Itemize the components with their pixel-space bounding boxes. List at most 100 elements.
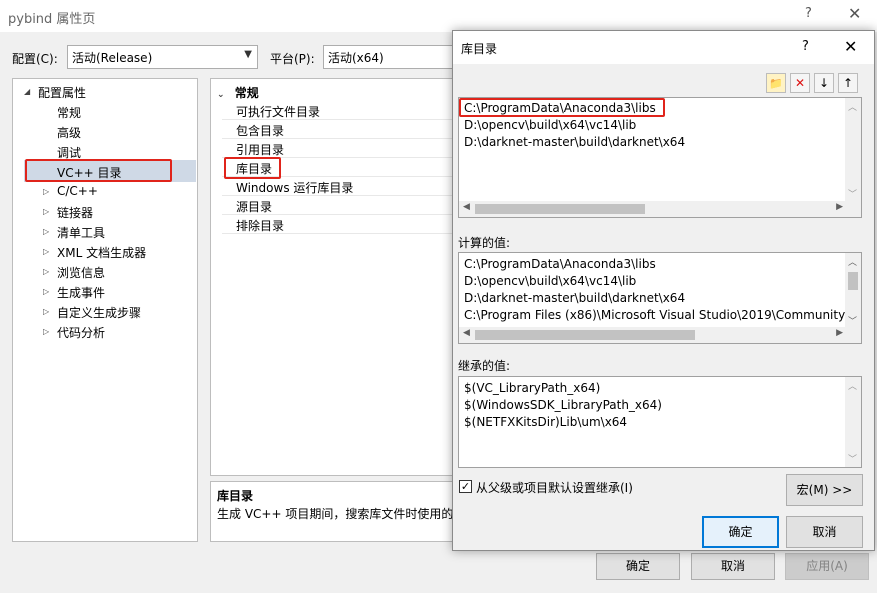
tree-item-label: 生成事件 — [57, 286, 106, 300]
computed-horizontal-scrollbar[interactable]: ◀ ▶ — [459, 327, 861, 343]
scroll-up-icon[interactable]: ︿ — [848, 255, 857, 268]
new-folder-button[interactable]: 📁 — [766, 73, 786, 93]
scroll-up-icon[interactable]: ︿ — [848, 100, 857, 113]
highlight-box-vcpp — [25, 159, 172, 182]
tree-item-label: 代码分析 — [57, 326, 106, 340]
tree-item[interactable]: ▷ 浏览信息 — [43, 264, 106, 281]
editor-hscroll-thumb[interactable] — [475, 204, 645, 214]
property-row[interactable]: 引用目录 — [222, 139, 452, 158]
scroll-left-icon[interactable]: ◀ — [463, 328, 470, 338]
delete-button[interactable]: ✕ — [790, 73, 810, 93]
inherited-value-line[interactable]: $(WindowsSDK_LibraryPath_x64) — [464, 398, 662, 412]
dialog-help-icon[interactable]: ? — [802, 39, 809, 54]
tree-item[interactable]: ▷ 自定义生成步骤 — [43, 304, 142, 321]
main-ok-button[interactable]: 确定 — [596, 553, 680, 580]
tree-item-label: 自定义生成步骤 — [57, 306, 142, 320]
property-row[interactable]: 可执行文件目录 — [222, 101, 452, 120]
computed-value-line[interactable]: C:\Program Files (x86)\Microsoft Visual … — [464, 308, 857, 322]
dialog-cancel-button[interactable]: 取消 — [786, 516, 863, 548]
highlight-box-entry — [459, 98, 665, 117]
close-icon[interactable]: ✕ — [848, 4, 861, 23]
inherited-value-line[interactable]: $(NETFXKitsDir)Lib\um\x64 — [464, 415, 627, 429]
dialog-ok-button[interactable]: 确定 — [702, 516, 779, 548]
scroll-right-icon[interactable]: ▶ — [836, 328, 843, 338]
main-cancel-button[interactable]: 取消 — [691, 553, 775, 580]
dialog-title: 库目录 — [461, 42, 498, 56]
chevron-down-icon: ⌄ — [217, 90, 225, 100]
arrow-up-icon: ↑ — [842, 76, 854, 90]
inherited-vertical-scrollbar[interactable]: ︿ ﹀ — [845, 377, 861, 467]
lib-dir-entry[interactable]: D:\opencv\build\x64\vc14\lib — [464, 118, 636, 132]
tree-item-label: 常规 — [57, 106, 82, 120]
computed-vertical-scrollbar[interactable]: ︿ ﹀ — [845, 253, 861, 329]
tree-item[interactable]: 常规 — [57, 104, 81, 121]
computed-values-list[interactable]: C:\ProgramData\Anaconda3\libs D:\opencv\b… — [458, 252, 862, 344]
tree-item[interactable]: ▷ 清单工具 — [43, 224, 105, 241]
scroll-left-icon[interactable]: ◀ — [463, 202, 470, 212]
inherited-values-list[interactable]: $(VC_LibraryPath_x64) $(WindowsSDK_Librar… — [458, 376, 862, 468]
scroll-right-icon[interactable]: ▶ — [836, 202, 843, 212]
tree-item-label: XML 文档生成器 — [57, 246, 147, 260]
tree-item[interactable]: ▷ 生成事件 — [43, 284, 106, 301]
editor-horizontal-scrollbar[interactable]: ◀ ▶ — [459, 201, 861, 217]
main-apply-button[interactable]: 应用(A) — [785, 553, 869, 580]
computed-vscroll-thumb[interactable] — [848, 272, 858, 290]
delete-icon: ✕ — [794, 76, 806, 90]
window-title: pybind 属性页 — [8, 12, 96, 27]
expand-triangle-icon[interactable]: ▷ — [43, 324, 49, 340]
move-up-button[interactable]: ↑ — [838, 73, 858, 93]
property-row[interactable]: Windows 运行库目录 — [222, 177, 452, 196]
prop-group-general[interactable]: ⌄ 常规 — [217, 84, 259, 101]
dialog-title-bar: 库目录 ? ✕ — [453, 31, 874, 64]
scroll-down-icon[interactable]: ﹀ — [848, 452, 857, 465]
expand-triangle-icon[interactable]: ▷ — [43, 304, 49, 320]
tree-item[interactable]: ▷ 链接器 — [43, 204, 93, 221]
tree-item[interactable]: 高级 — [57, 124, 81, 141]
tree-root[interactable]: ◢ 配置属性 — [24, 84, 86, 101]
computed-value-line[interactable]: C:\ProgramData\Anaconda3\libs — [464, 257, 656, 271]
config-select[interactable]: 活动(Release) ▼ — [67, 45, 258, 69]
inherited-value-line[interactable]: $(VC_LibraryPath_x64) — [464, 381, 600, 395]
editor-vertical-scrollbar[interactable]: ︿ ﹀ — [845, 98, 861, 202]
expand-triangle-icon[interactable]: ▷ — [43, 284, 49, 300]
expand-triangle-icon[interactable]: ▷ — [43, 184, 49, 200]
expand-triangle-icon[interactable]: ▷ — [43, 264, 49, 280]
property-row[interactable]: 排除目录 — [222, 215, 452, 234]
help-icon[interactable]: ? — [805, 6, 812, 21]
tree-item[interactable]: ▷ XML 文档生成器 — [43, 244, 147, 261]
computed-value-line[interactable]: D:\darknet-master\build\darknet\x64 — [464, 291, 685, 305]
tree-item-label: 浏览信息 — [57, 266, 106, 280]
expanded-triangle-icon: ◢ — [24, 87, 31, 96]
scroll-down-icon[interactable]: ﹀ — [848, 314, 857, 327]
macro-button[interactable]: 宏(M) >> — [786, 474, 863, 506]
expand-triangle-icon[interactable]: ▷ — [43, 244, 49, 260]
property-row-label: 包含目录 — [236, 124, 285, 138]
tree-item-label: C/C++ — [57, 184, 98, 198]
scroll-down-icon[interactable]: ﹀ — [848, 187, 857, 200]
property-row-label: 排除目录 — [236, 219, 285, 233]
expand-triangle-icon[interactable]: ▷ — [43, 204, 49, 220]
lib-dir-entry[interactable]: D:\darknet-master\build\darknet\x64 — [464, 135, 685, 149]
dialog-close-icon[interactable]: ✕ — [844, 37, 857, 56]
description-text: 生成 VC++ 项目期间，搜索库文件时使用的路 — [217, 507, 466, 521]
platform-select[interactable]: 活动(x64) — [323, 45, 455, 69]
computed-hscroll-thumb[interactable] — [475, 330, 695, 340]
new-folder-icon: 📁 — [769, 77, 783, 90]
inherit-checkbox[interactable]: ✓ — [459, 480, 472, 493]
move-down-button[interactable]: ↓ — [814, 73, 834, 93]
expand-triangle-icon[interactable]: ▷ — [43, 224, 49, 240]
config-select-value: 活动(Release) — [72, 51, 153, 65]
tree-item[interactable]: ▷ 代码分析 — [43, 324, 106, 341]
tree-item-label: 高级 — [57, 126, 82, 140]
tree-item-label: 调试 — [57, 146, 82, 160]
config-label: 配置(C): — [12, 52, 58, 66]
lib-dir-dialog: 库目录 ? ✕ 📁 ✕ ↓ ↑ C:\ProgramData\Anaconda3… — [452, 30, 875, 551]
inherit-checkbox-label[interactable]: 从父级或项目默认设置继承(I) — [476, 479, 633, 496]
property-row[interactable]: 包含目录 — [222, 120, 452, 139]
highlight-box-libdir — [224, 157, 281, 179]
property-row[interactable]: 源目录 — [222, 196, 452, 215]
scroll-up-icon[interactable]: ︿ — [848, 379, 857, 392]
computed-value-line[interactable]: D:\opencv\build\x64\vc14\lib — [464, 274, 636, 288]
tree-item[interactable]: ▷ C/C++ — [43, 184, 98, 198]
chevron-down-icon: ▼ — [244, 49, 252, 60]
